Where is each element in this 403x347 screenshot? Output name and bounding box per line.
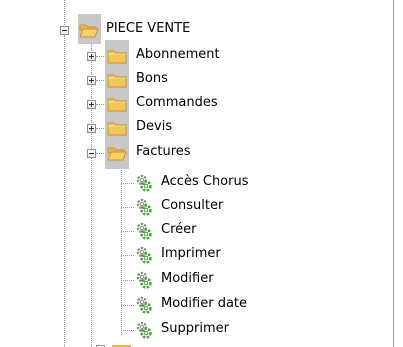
- permission-gear-icon: [135, 174, 153, 192]
- tree-line: [64, 35, 65, 347]
- tree-node-label: Imprimer: [161, 246, 221, 261]
- tree-node-label: Accès Chorus: [161, 174, 249, 189]
- tree-line: [121, 231, 134, 232]
- tree-node-root[interactable]: PIECE VENTE: [60, 19, 200, 41]
- tree-line: [121, 255, 134, 256]
- tree-node-action[interactable]: Consulter: [135, 196, 375, 218]
- tree-node-label: PIECE VENTE: [106, 21, 191, 36]
- tree-line: [121, 330, 134, 331]
- tree-node-label: Créer: [161, 222, 197, 237]
- permission-gear-icon: [135, 246, 153, 264]
- tree-node-folder[interactable]: Devis: [87, 117, 287, 139]
- collapse-toggle[interactable]: [87, 149, 96, 158]
- tree-node-folder[interactable]: Bons: [87, 69, 287, 91]
- tree-node-label: Modifier: [161, 271, 214, 286]
- tree-node-action[interactable]: Modifier: [135, 269, 375, 291]
- permission-gear-icon: [135, 271, 153, 289]
- tree-node-folder[interactable]: Commandes: [87, 93, 287, 115]
- tree-node-label: Consulter: [161, 198, 224, 213]
- tree-node-label: Bons: [136, 71, 168, 86]
- tree-node-folder[interactable]: Factures: [87, 142, 287, 164]
- permission-gear-icon: [135, 321, 153, 339]
- folder-icon: [107, 48, 127, 64]
- tree-node-action[interactable]: Imprimer: [135, 244, 375, 266]
- folder-open-icon: [79, 22, 99, 38]
- expand-toggle[interactable]: [87, 124, 96, 133]
- tree-node-label: Abonnement: [136, 47, 220, 62]
- tree-node-label: Supprimer: [161, 321, 229, 336]
- permission-gear-icon: [135, 222, 153, 240]
- folder-icon: [107, 120, 127, 136]
- tree-node-label: Commandes: [136, 95, 218, 110]
- tree-node-action[interactable]: Modifier date: [135, 294, 375, 316]
- tree-node-folder[interactable]: Abonnement: [87, 45, 287, 67]
- panel-right-border: [393, 0, 394, 347]
- tree-line: [121, 183, 134, 184]
- permission-gear-icon: [135, 296, 153, 314]
- tree-line: [121, 165, 122, 335]
- folder-open-icon: [107, 145, 127, 161]
- folder-icon: [107, 72, 127, 88]
- tree-node-action[interactable]: Créer: [135, 220, 375, 242]
- tree-node-label: Devis: [136, 119, 173, 134]
- expand-toggle[interactable]: [87, 100, 96, 109]
- tree-node-label: Modifier date: [161, 296, 248, 311]
- tree-line: [121, 280, 134, 281]
- tree-node-action[interactable]: Accès Chorus: [135, 172, 375, 194]
- expand-toggle[interactable]: [87, 52, 96, 61]
- permissions-tree: PIECE VENTE Abonnement Bons Commandes De…: [0, 0, 403, 347]
- expand-toggle[interactable]: [87, 76, 96, 85]
- tree-line: [121, 207, 134, 208]
- tree-node-action[interactable]: Supprimer: [135, 319, 375, 341]
- collapse-toggle[interactable]: [60, 26, 69, 35]
- tree-line: [121, 305, 134, 306]
- tree-node-label: Factures: [136, 144, 191, 159]
- permission-gear-icon: [135, 198, 153, 216]
- folder-icon: [107, 96, 127, 112]
